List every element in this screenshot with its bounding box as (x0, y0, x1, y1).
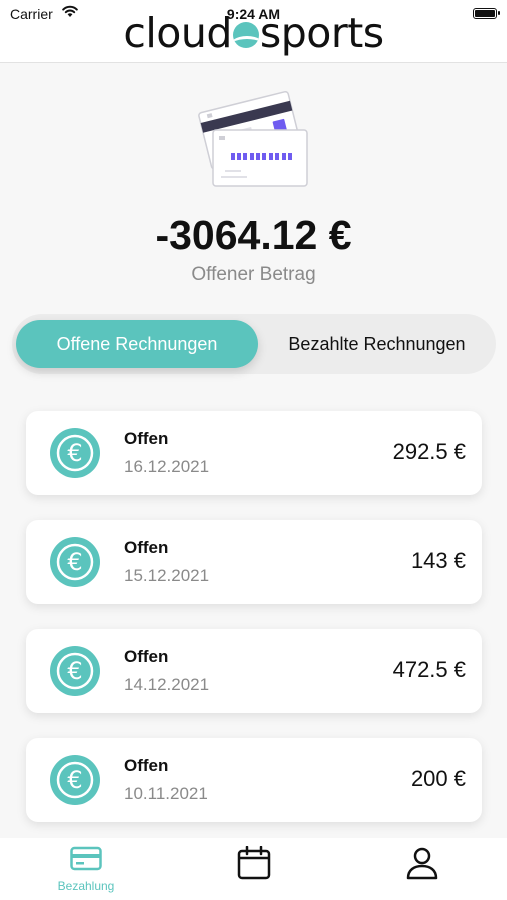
invoice-amount: 292.5 € (392, 439, 466, 464)
invoice-card[interactable]: € Offen 15.12.2021 143 € (26, 520, 482, 604)
bottom-tab-bar: Bezahlung (0, 838, 507, 900)
calendar-icon (237, 845, 271, 880)
svg-text:€: € (67, 548, 82, 576)
svg-text:€: € (67, 657, 82, 685)
nav-tab-calendar[interactable] (194, 845, 314, 885)
tennis-ball-icon (232, 22, 259, 48)
cloudsports-logo: cloudsports cloudsports (0, 8, 507, 58)
tab-paid-invoices[interactable]: Bezahlte Rechnungen (258, 320, 496, 368)
svg-text:€: € (67, 766, 82, 794)
nav-tab-payment[interactable]: Bezahlung (26, 846, 146, 893)
open-amount-value: -3064.12 € (155, 212, 352, 258)
euro-icon: € (50, 646, 100, 696)
euro-icon: € (50, 537, 100, 587)
invoice-filter-segmented-control: Offene Rechnungen Bezahlte Rechnungen (12, 314, 496, 374)
nav-tab-profile[interactable] (362, 846, 482, 885)
invoice-card[interactable]: € Offen 10.11.2021 200 € (26, 738, 482, 822)
tab-open-invoices[interactable]: Offene Rechnungen (16, 320, 258, 368)
invoice-date: 14.12.2021 (124, 675, 210, 694)
invoice-date: 10.11.2021 (124, 784, 208, 803)
payment-cards-illustration (198, 90, 308, 187)
svg-text:€: € (67, 439, 82, 467)
invoice-card[interactable]: € Offen 14.12.2021 472.5 € (26, 629, 482, 713)
nav-tab-payment-label: Bezahlung (57, 879, 115, 893)
invoice-card[interactable]: € Offen 16.12.2021 292.5 € (26, 411, 482, 495)
user-icon (406, 847, 438, 880)
open-amount-label: Offener Betrag (191, 264, 316, 285)
invoice-amount: 472.5 € (392, 657, 466, 682)
euro-icon: € (50, 755, 100, 805)
invoice-amount: 200 € (410, 766, 466, 791)
euro-icon: € (50, 428, 100, 478)
logo-text-cloud: cloud (123, 9, 232, 57)
invoice-status: Offen (124, 756, 169, 775)
credit-card-icon (70, 846, 102, 871)
logo-text-sports: sports (259, 9, 384, 57)
invoice-date: 15.12.2021 (124, 566, 210, 585)
invoice-amount: 143 € (410, 548, 466, 573)
invoice-status: Offen (124, 538, 169, 557)
invoice-date: 16.12.2021 (124, 457, 210, 476)
invoice-status: Offen (124, 429, 169, 448)
top-header: Carrier 9:24 AM cloudsports cloudsports (0, 0, 507, 63)
invoice-status: Offen (124, 647, 169, 666)
